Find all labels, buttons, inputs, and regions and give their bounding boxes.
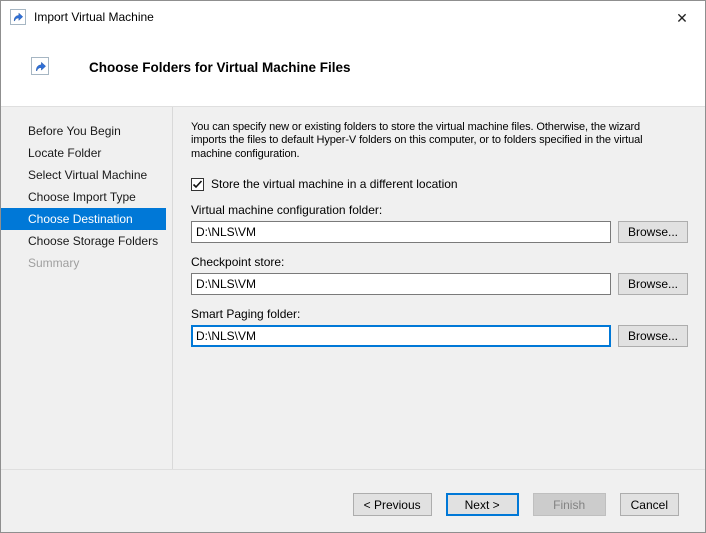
sidebar-item-summary: Summary <box>1 252 166 274</box>
import-arrow-icon <box>10 9 26 25</box>
smart-paging-browse-button[interactable]: Browse... <box>618 325 688 347</box>
previous-button[interactable]: < Previous <box>353 493 432 516</box>
wizard-steps-sidebar: Before You Begin Locate Folder Select Vi… <box>1 107 173 469</box>
page-content: You can specify new or existing folders … <box>191 121 691 347</box>
checkpoint-store-input[interactable] <box>191 273 611 295</box>
main-area: Before You Begin Locate Folder Select Vi… <box>1 106 705 469</box>
smart-paging-input[interactable] <box>191 325 611 347</box>
sidebar-item-select-virtual-machine[interactable]: Select Virtual Machine <box>1 164 166 186</box>
checkbox-checked-icon[interactable] <box>191 178 204 191</box>
import-vm-wizard-window: Import Virtual Machine ✕ Choose Folders … <box>0 0 706 533</box>
titlebar: Import Virtual Machine ✕ <box>1 1 705 33</box>
page-title: Choose Folders for Virtual Machine Files <box>89 60 351 75</box>
sidebar-item-choose-storage-folders[interactable]: Choose Storage Folders <box>1 230 166 252</box>
config-folder-input[interactable] <box>191 221 611 243</box>
checkbox-label: Store the virtual machine in a different… <box>211 177 458 191</box>
wizard-buttons: < Previous Next > Finish Cancel <box>353 493 679 516</box>
finish-button[interactable]: Finish <box>533 493 606 516</box>
sidebar-item-choose-import-type[interactable]: Choose Import Type <box>1 186 166 208</box>
sidebar-item-choose-destination[interactable]: Choose Destination <box>1 208 166 230</box>
config-folder-browse-button[interactable]: Browse... <box>618 221 688 243</box>
smart-paging-label: Smart Paging folder: <box>191 307 691 321</box>
footer: < Previous Next > Finish Cancel <box>1 469 705 532</box>
cancel-button[interactable]: Cancel <box>620 493 679 516</box>
close-icon[interactable]: ✕ <box>671 7 693 29</box>
description-line: imports the files to default Hyper-V fol… <box>191 134 691 147</box>
checkpoint-store-browse-button[interactable]: Browse... <box>618 273 688 295</box>
config-folder-field: Virtual machine configuration folder: Br… <box>191 203 691 243</box>
description-line: machine configuration. <box>191 148 691 161</box>
sidebar-item-before-you-begin[interactable]: Before You Begin <box>1 120 166 142</box>
wizard-header: Choose Folders for Virtual Machine Files <box>1 33 705 106</box>
window-title: Import Virtual Machine <box>34 10 154 24</box>
import-arrow-icon <box>31 57 49 75</box>
description: You can specify new or existing folders … <box>191 121 691 161</box>
checkpoint-store-label: Checkpoint store: <box>191 255 691 269</box>
smart-paging-field: Smart Paging folder: Browse... <box>191 307 691 347</box>
next-button[interactable]: Next > <box>446 493 519 516</box>
config-folder-label: Virtual machine configuration folder: <box>191 203 691 217</box>
checkpoint-store-field: Checkpoint store: Browse... <box>191 255 691 295</box>
description-line: You can specify new or existing folders … <box>191 121 691 134</box>
sidebar-item-locate-folder[interactable]: Locate Folder <box>1 142 166 164</box>
different-location-checkbox-row[interactable]: Store the virtual machine in a different… <box>191 177 691 191</box>
